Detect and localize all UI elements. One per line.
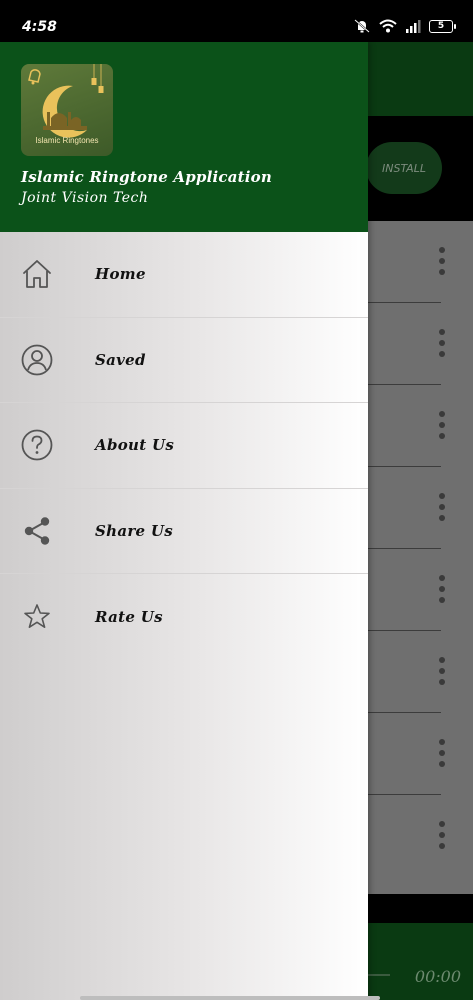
more-options-icon[interactable] xyxy=(439,821,445,849)
status-bar: 4:58 5 xyxy=(0,0,473,42)
list-item xyxy=(368,631,473,713)
status-time: 4:58 xyxy=(22,19,57,35)
more-options-icon[interactable] xyxy=(439,575,445,603)
menu-item-saved[interactable]: Saved xyxy=(0,318,368,403)
list-item xyxy=(368,549,473,631)
alarm-muted-icon xyxy=(354,19,370,33)
install-button[interactable]: INSTALL xyxy=(366,142,442,194)
list-item xyxy=(368,795,473,877)
more-options-icon[interactable] xyxy=(439,329,445,357)
menu-label-about: About Us xyxy=(95,436,175,455)
more-options-icon[interactable] xyxy=(439,657,445,685)
menu-item-rate[interactable]: Rate Us xyxy=(0,574,368,660)
menu-label-home: Home xyxy=(95,265,146,284)
help-icon xyxy=(20,428,54,462)
share-icon xyxy=(20,514,54,548)
menu-label-saved: Saved xyxy=(95,350,146,369)
player-time: 00:00 xyxy=(414,967,461,986)
status-icons: 5 xyxy=(353,19,456,33)
home-icon xyxy=(20,257,54,291)
list-item xyxy=(368,467,473,549)
menu-label-share: Share Us xyxy=(95,521,174,540)
drawer-menu: Home Saved About Us Share Us Rate Us xyxy=(0,232,368,660)
more-options-icon[interactable] xyxy=(439,739,445,767)
battery-icon: 5 xyxy=(429,19,456,33)
list-item xyxy=(368,303,473,385)
wifi-icon xyxy=(379,19,397,33)
app-title: Islamic Ringtone Application xyxy=(21,168,272,186)
list-item xyxy=(368,221,473,303)
drawer-header: Islamic Ringtones Islamic Ringtone Appli… xyxy=(0,42,368,232)
list-item xyxy=(368,385,473,467)
list-item xyxy=(368,713,473,795)
gesture-nav-handle xyxy=(80,996,380,1000)
app-logo: Islamic Ringtones xyxy=(21,64,113,156)
signal-icon xyxy=(406,20,421,33)
menu-label-rate: Rate Us xyxy=(95,607,163,626)
user-icon xyxy=(20,343,54,377)
more-options-icon[interactable] xyxy=(439,247,445,275)
more-options-icon[interactable] xyxy=(439,493,445,521)
app-subtitle: Joint Vision Tech xyxy=(21,190,149,206)
more-options-icon[interactable] xyxy=(439,411,445,439)
logo-text: Islamic Ringtones xyxy=(35,136,99,145)
menu-item-about[interactable]: About Us xyxy=(0,403,368,489)
navigation-drawer: Islamic Ringtones Islamic Ringtone Appli… xyxy=(0,42,368,1000)
star-icon xyxy=(20,600,54,634)
menu-item-home[interactable]: Home xyxy=(0,232,368,318)
player-progress[interactable] xyxy=(368,974,390,976)
menu-item-share[interactable]: Share Us xyxy=(0,489,368,574)
